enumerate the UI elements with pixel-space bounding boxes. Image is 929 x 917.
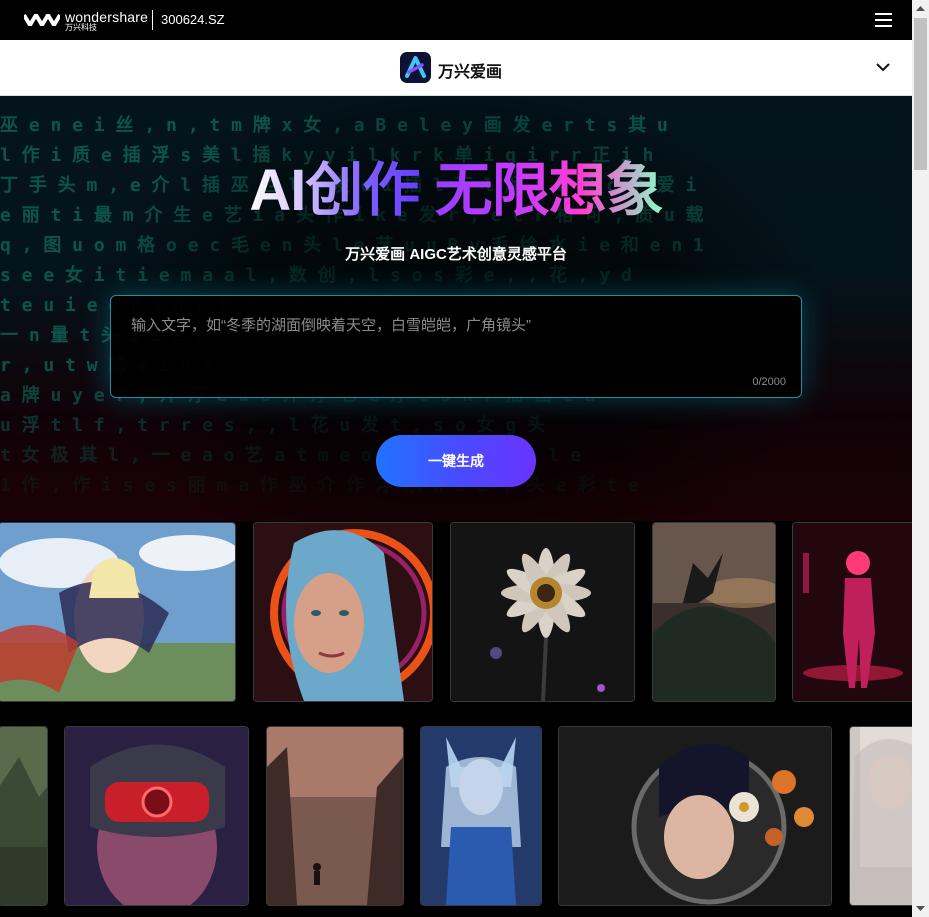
- wondershare-logo-icon[interactable]: [24, 11, 60, 29]
- scroll-up-arrow-icon[interactable]: [912, 0, 929, 17]
- vertical-scrollbar[interactable]: [912, 0, 929, 917]
- vr-headset-card[interactable]: [64, 726, 249, 906]
- armor-girl-artwork: [421, 727, 541, 905]
- blue-hair-portrait-artwork: [254, 523, 432, 701]
- flower-artwork: [451, 523, 634, 701]
- hero-subtitle: 万兴爱画 AIGC艺术创意灵感平台: [345, 246, 567, 263]
- product-bar: 万兴爱画: [0, 40, 912, 96]
- hero-section: 巫 e n e i 丝 , n , t m 牌 x 女 , a B e l e …: [0, 96, 912, 521]
- astronaut-flowers-artwork: [559, 727, 831, 905]
- prompt-box: 0/2000: [110, 295, 802, 398]
- brand-sub: 万兴科技: [65, 23, 97, 32]
- stock-code[interactable]: 300624.SZ: [161, 12, 225, 27]
- scrollbar-thumb[interactable]: [914, 18, 927, 170]
- dragon-cliff-artwork: [653, 523, 775, 701]
- landscape-artwork: [0, 727, 47, 905]
- neon-figure-artwork: [793, 523, 912, 701]
- white-hair-girl-card[interactable]: [849, 726, 912, 906]
- anime-girl-artwork: [0, 523, 235, 701]
- neon-figure-card[interactable]: [792, 522, 912, 702]
- dragon-cliff-card[interactable]: [652, 522, 776, 702]
- white-hair-girl-artwork: [850, 727, 912, 905]
- landscape-card[interactable]: [0, 726, 48, 906]
- armor-girl-card[interactable]: [420, 726, 542, 906]
- top-bar: wondershare 万兴科技 300624.SZ: [0, 0, 912, 40]
- flower-card[interactable]: [450, 522, 635, 702]
- hero-title-part2: 无限想象: [434, 158, 664, 223]
- chevron-down-icon[interactable]: [875, 60, 891, 74]
- page: wondershare 万兴科技 300624.SZ 万兴爱画 巫 e n e …: [0, 0, 912, 917]
- hero-title: AI创作 无限想象: [0, 156, 912, 226]
- product-logo-icon[interactable]: [400, 52, 431, 83]
- generate-button[interactable]: 一键生成: [376, 435, 536, 487]
- scroll-down-arrow-icon[interactable]: [912, 900, 929, 917]
- forest-figure-artwork: [267, 727, 403, 905]
- anime-girl-card[interactable]: [0, 522, 236, 702]
- blue-hair-portrait-card[interactable]: [253, 522, 433, 702]
- vr-headset-artwork: [65, 727, 248, 905]
- product-name[interactable]: 万兴爱画: [438, 58, 502, 82]
- prompt-input[interactable]: [129, 312, 783, 376]
- astronaut-flowers-card[interactable]: [558, 726, 832, 906]
- hamburger-menu-icon[interactable]: [875, 13, 892, 27]
- char-counter: 0/2000: [752, 376, 786, 388]
- hero-title-part1: AI创作: [249, 158, 420, 223]
- gallery: [0, 521, 912, 917]
- forest-figure-card[interactable]: [266, 726, 404, 906]
- divider: [152, 10, 153, 30]
